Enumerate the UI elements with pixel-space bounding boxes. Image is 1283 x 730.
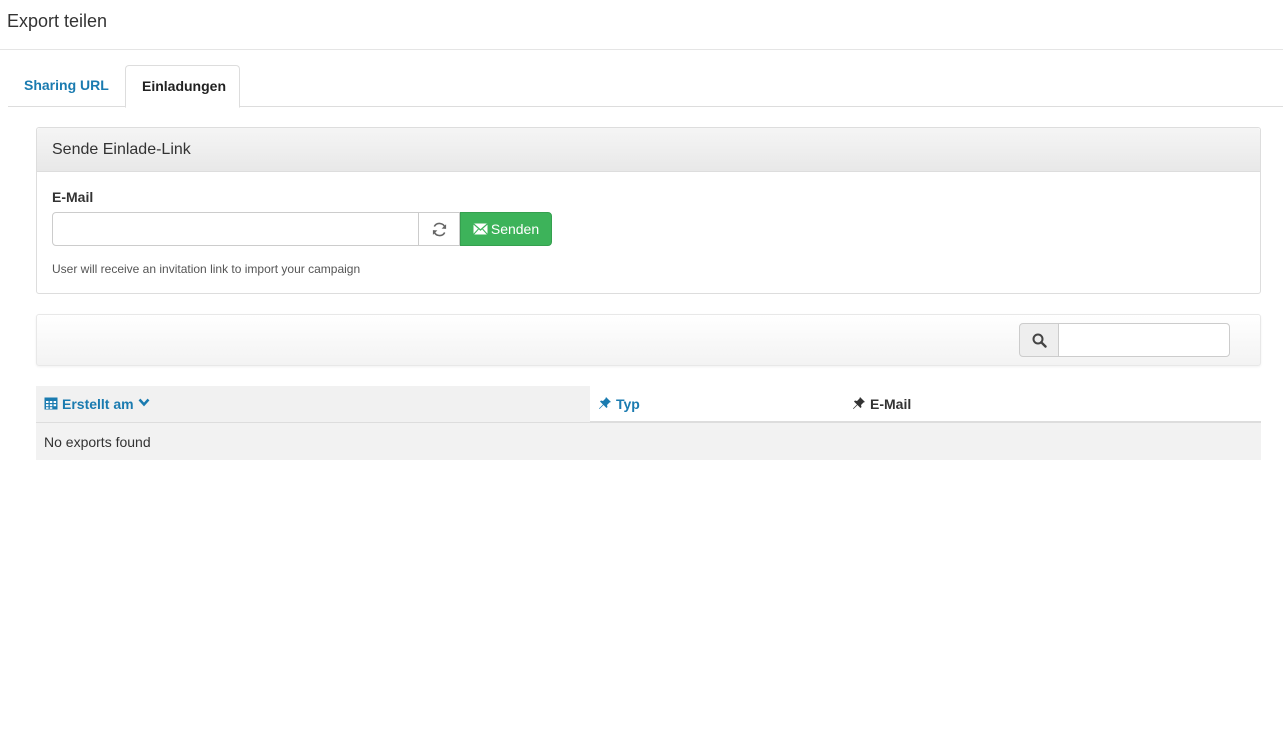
search-button[interactable]	[1019, 323, 1059, 357]
email-input[interactable]	[52, 212, 420, 246]
search-icon	[1032, 333, 1047, 348]
column-header-erstellt-am[interactable]: Erstellt am	[36, 386, 590, 422]
invite-panel: Sende Einlade-Link E-Mail Senden User wi…	[36, 127, 1261, 294]
empty-table-message: No exports found	[36, 423, 1261, 460]
calendar-icon	[44, 396, 58, 410]
column-label-email: E-Mail	[870, 396, 912, 412]
page-header: Export teilen	[0, 0, 1283, 50]
email-help-text: User will receive an invitation link to …	[52, 262, 361, 276]
refresh-button[interactable]	[418, 212, 460, 246]
invite-panel-heading: Sende Einlade-Link	[37, 128, 1260, 172]
pin-icon	[852, 396, 866, 410]
chevron-down-icon	[138, 396, 150, 408]
column-label-typ: Typ	[616, 396, 640, 412]
column-header-typ[interactable]: Typ	[590, 386, 850, 422]
pin-icon	[598, 396, 612, 410]
exports-table: Erstellt am Typ E-Mail No exports found	[36, 386, 1261, 460]
column-header-email: E-Mail	[844, 386, 1261, 422]
table-toolbar	[36, 314, 1261, 366]
send-button[interactable]: Senden	[460, 212, 552, 246]
tab-sharing-url[interactable]: Sharing URL	[8, 65, 125, 107]
tab-einladungen[interactable]: Einladungen	[125, 65, 240, 108]
page-title: Export teilen	[7, 11, 108, 31]
search-input[interactable]	[1058, 323, 1230, 357]
refresh-icon	[431, 221, 448, 238]
envelope-icon	[472, 223, 488, 235]
tab-bar: Sharing URL Einladungen	[8, 65, 1283, 108]
email-label: E-Mail	[52, 189, 94, 205]
send-button-label: Senden	[490, 221, 540, 237]
table-header: Erstellt am Typ E-Mail	[36, 386, 1261, 423]
column-label-erstellt-am: Erstellt am	[62, 396, 134, 412]
